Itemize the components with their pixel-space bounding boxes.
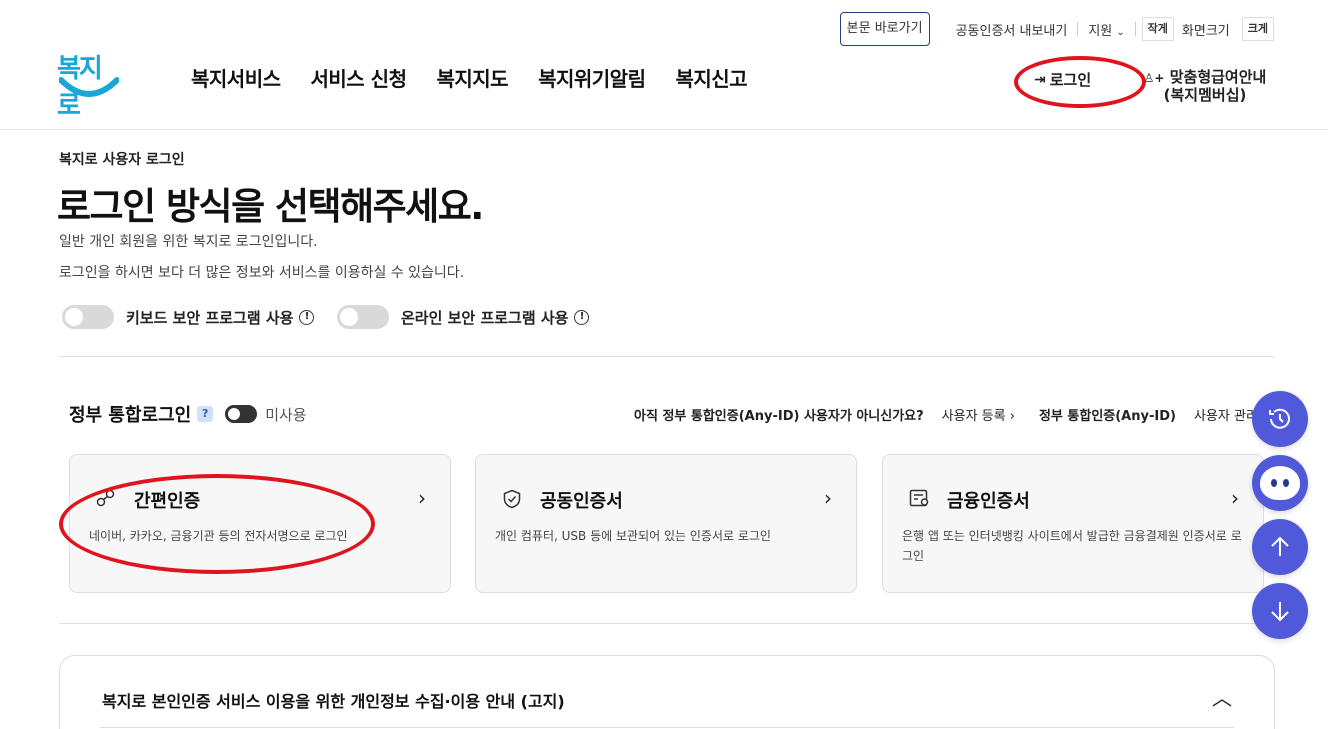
info-icon[interactable]: !	[299, 309, 315, 325]
shield-check-icon	[502, 489, 522, 514]
skip-to-content-button[interactable]: 본문 바로가기	[839, 12, 930, 46]
membership-link[interactable]: ♙+ 맞춤형급여안내 (복지멤버십)	[1140, 69, 1270, 104]
certificate-icon	[909, 489, 931, 514]
privacy-notice-accordion[interactable]: 복지로 본인인증 서비스 이용을 위한 개인정보 수집·이용 안내 (고지) ︿	[59, 655, 1275, 729]
gov-login-status: 미사용	[265, 405, 307, 424]
login-icon: ⇥	[1034, 71, 1046, 88]
user-manage-label: 사용자 관리	[1193, 409, 1258, 424]
page-description-2: 로그인을 하시면 보다 더 많은 정보와 서비스를 이용하실 수 있습니다.	[59, 265, 465, 281]
joint-certificate-card[interactable]: 공동인증서 › 개인 컴퓨터, USB 등에 보관되어 있는 인증서로 로그인	[475, 454, 857, 593]
section-divider	[59, 356, 1275, 357]
card-description: 은행 앱 또는 인터넷뱅킹 사이트에서 발급한 금융결제원 인증서로 로그인	[902, 529, 1242, 563]
font-large-button[interactable]: 크게	[1241, 17, 1274, 41]
help-icon[interactable]: ?	[197, 406, 214, 422]
card-title: 공동인증서	[540, 491, 623, 512]
gov-login-toggle[interactable]	[225, 405, 258, 423]
user-plus-icon: ♙+	[1143, 71, 1165, 85]
card-title: 간편인증	[134, 491, 201, 512]
online-security-toggle[interactable]	[337, 305, 389, 329]
nav-service-apply[interactable]: 서비스 신청	[311, 63, 407, 92]
site-header: 본문 바로가기 공동인증서 내보내기 지원 ⌄ 작게 화면크기 크게 복지로 복지…	[0, 0, 1328, 130]
scroll-top-button[interactable]	[1252, 519, 1308, 575]
logo-smile-icon	[59, 77, 119, 97]
membership-label-1: 맞춤형급여안내	[1169, 68, 1267, 86]
chevron-right-icon: ›	[418, 486, 426, 510]
arrow-down-icon	[1271, 602, 1289, 622]
site-logo[interactable]: 복지로	[57, 48, 119, 121]
page-description-1: 일반 개인 회원을 위한 복지로 로그인입니다.	[59, 234, 318, 250]
nav-welfare-service[interactable]: 복지서비스	[191, 63, 281, 92]
gov-login-header: 정부 통합로그인 ? 미사용	[69, 401, 307, 427]
user-register-link[interactable]: 사용자 등록 ›	[942, 405, 1015, 424]
gov-login-title: 정부 통합로그인	[69, 405, 192, 426]
user-register-label: 사용자 등록	[941, 409, 1006, 424]
simple-auth-card[interactable]: 간편인증 › 네이버, 카카오, 금융기관 등의 전자서명으로 로그인	[69, 454, 451, 593]
chevron-right-icon: ›	[1231, 486, 1239, 510]
chevron-up-icon[interactable]: ︿	[1212, 682, 1232, 711]
support-dropdown[interactable]: 지원 ⌄	[1078, 20, 1134, 39]
anyid-label: 정부 통합인증(Any-ID)	[1038, 409, 1176, 424]
card-description: 개인 컴퓨터, USB 등에 보관되어 있는 인증서로 로그인	[495, 529, 771, 543]
online-security-option: 온라인 보안 프로그램 사용 !	[337, 305, 590, 329]
history-icon	[1269, 408, 1290, 429]
export-certificate-link[interactable]: 공동인증서 내보내기	[946, 20, 1078, 39]
main-nav: 복지서비스 서비스 신청 복지지도 복지위기알림 복지신고	[176, 63, 762, 92]
keyboard-security-toggle[interactable]	[62, 305, 114, 329]
divider	[1134, 22, 1136, 36]
chevron-down-icon: ⌄	[1116, 26, 1125, 38]
arrow-up-icon	[1271, 536, 1289, 556]
nav-crisis-alert[interactable]: 복지위기알림	[538, 63, 646, 92]
keyboard-security-label: 키보드 보안 프로그램 사용	[126, 308, 294, 327]
membership-label-2: (복지멤버십)	[1163, 86, 1247, 104]
chevron-right-icon: ›	[1009, 409, 1015, 424]
support-label: 지원	[1088, 23, 1113, 39]
page-title: 로그인 방식을 선택해주세요.	[57, 185, 484, 228]
keyboard-security-option: 키보드 보안 프로그램 사용 !	[62, 305, 315, 329]
nav-welfare-map[interactable]: 복지지도	[436, 63, 508, 92]
chatbot-button[interactable]	[1252, 455, 1308, 511]
recent-history-button[interactable]	[1252, 391, 1308, 447]
simple-auth-icon	[96, 489, 116, 512]
chatbot-icon	[1260, 466, 1300, 500]
font-small-button[interactable]: 작게	[1141, 17, 1174, 41]
online-security-label: 온라인 보안 프로그램 사용	[401, 308, 569, 327]
scroll-bottom-button[interactable]	[1252, 583, 1308, 639]
nav-welfare-report[interactable]: 복지신고	[675, 63, 747, 92]
login-label: 로그인	[1049, 71, 1092, 89]
utility-bar: 본문 바로가기 공동인증서 내보내기 지원 ⌄ 작게 화면크기 크게	[839, 12, 1274, 46]
card-title: 금융인증서	[947, 491, 1030, 512]
gov-links: 아직 정부 통합인증(Any-ID) 사용자가 아니신가요? 사용자 등록 › …	[634, 405, 1291, 424]
divider	[100, 727, 1234, 728]
card-description: 네이버, 카카오, 금융기관 등의 전자서명으로 로그인	[89, 529, 348, 543]
login-link[interactable]: ⇥ 로그인	[1034, 69, 1091, 90]
section-divider	[59, 623, 1275, 624]
privacy-notice-title: 복지로 본인인증 서비스 이용을 위한 개인정보 수집·이용 안내 (고지)	[102, 692, 565, 711]
info-icon[interactable]: !	[574, 309, 590, 325]
chevron-right-icon: ›	[824, 486, 832, 510]
financial-certificate-card[interactable]: 금융인증서 › 은행 앱 또는 인터넷뱅킹 사이트에서 발급한 금융결제원 인증…	[882, 454, 1264, 593]
anyid-question: 아직 정부 통합인증(Any-ID) 사용자가 아니신가요?	[634, 409, 924, 424]
font-size-label: 화면크기	[1181, 23, 1230, 39]
breadcrumb: 복지로 사용자 로그인	[59, 152, 185, 168]
